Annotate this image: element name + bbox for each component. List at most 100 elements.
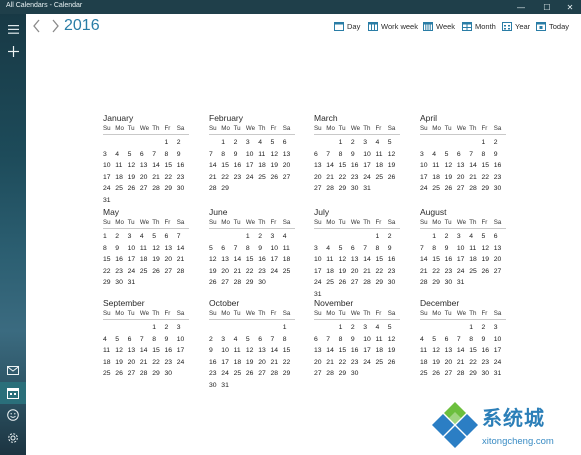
day-cell[interactable]: 3 bbox=[420, 149, 432, 161]
day-cell[interactable]: 18 bbox=[103, 357, 115, 369]
day-cell[interactable]: 21 bbox=[140, 357, 152, 369]
day-cell[interactable]: 22 bbox=[481, 172, 493, 184]
day-cell[interactable]: 11 bbox=[326, 254, 338, 266]
day-cell[interactable]: 20 bbox=[457, 172, 469, 184]
day-cell[interactable]: 11 bbox=[375, 149, 387, 161]
day-cell[interactable]: 14 bbox=[152, 160, 164, 172]
day-cell[interactable]: 12 bbox=[388, 334, 400, 346]
day-cell[interactable]: 11 bbox=[140, 243, 152, 255]
day-cell[interactable]: 17 bbox=[128, 254, 140, 266]
day-cell[interactable]: 6 bbox=[221, 243, 233, 255]
day-cell[interactable]: 9 bbox=[115, 243, 127, 255]
day-cell[interactable]: 22 bbox=[469, 357, 481, 369]
view-week-button[interactable]: Week bbox=[423, 19, 455, 33]
day-cell[interactable]: 2 bbox=[494, 137, 506, 149]
day-cell[interactable]: 30 bbox=[177, 183, 189, 195]
day-cell[interactable]: 26 bbox=[209, 277, 221, 289]
day-cell[interactable]: 26 bbox=[445, 183, 457, 195]
day-cell[interactable]: 3 bbox=[363, 137, 375, 149]
day-cell[interactable]: 25 bbox=[469, 266, 481, 278]
day-cell[interactable]: 2 bbox=[258, 231, 270, 243]
day-cell[interactable]: 1 bbox=[339, 322, 351, 334]
day-cell[interactable]: 2 bbox=[164, 322, 176, 334]
day-cell[interactable]: 14 bbox=[270, 345, 282, 357]
day-cell[interactable]: 5 bbox=[246, 334, 258, 346]
day-cell[interactable]: 18 bbox=[115, 172, 127, 184]
day-cell[interactable]: 12 bbox=[115, 345, 127, 357]
day-cell[interactable]: 31 bbox=[103, 195, 115, 207]
day-cell[interactable]: 24 bbox=[314, 277, 326, 289]
day-cell[interactable]: 23 bbox=[209, 368, 221, 380]
day-cell[interactable]: 15 bbox=[339, 345, 351, 357]
day-cell[interactable]: 4 bbox=[375, 137, 387, 149]
day-cell[interactable]: 25 bbox=[326, 277, 338, 289]
day-cell[interactable]: 25 bbox=[103, 368, 115, 380]
day-cell[interactable]: 7 bbox=[209, 149, 221, 161]
day-cell[interactable]: 5 bbox=[445, 149, 457, 161]
day-cell[interactable]: 25 bbox=[258, 172, 270, 184]
day-cell[interactable]: 3 bbox=[246, 137, 258, 149]
day-cell[interactable]: 16 bbox=[177, 160, 189, 172]
day-cell[interactable]: 29 bbox=[152, 368, 164, 380]
day-cell[interactable]: 12 bbox=[128, 160, 140, 172]
day-cell[interactable]: 30 bbox=[351, 368, 363, 380]
day-cell[interactable]: 4 bbox=[140, 231, 152, 243]
day-cell[interactable]: 3 bbox=[363, 322, 375, 334]
day-cell[interactable]: 18 bbox=[326, 266, 338, 278]
day-cell[interactable]: 30 bbox=[164, 368, 176, 380]
day-cell[interactable]: 1 bbox=[103, 231, 115, 243]
day-cell[interactable]: 16 bbox=[351, 345, 363, 357]
day-cell[interactable]: 17 bbox=[314, 266, 326, 278]
day-cell[interactable]: 21 bbox=[209, 172, 221, 184]
day-cell[interactable]: 28 bbox=[140, 368, 152, 380]
day-cell[interactable]: 27 bbox=[258, 368, 270, 380]
day-cell[interactable]: 31 bbox=[457, 277, 469, 289]
day-cell[interactable]: 5 bbox=[152, 231, 164, 243]
day-cell[interactable]: 3 bbox=[221, 334, 233, 346]
day-cell[interactable]: 25 bbox=[375, 357, 387, 369]
day-cell[interactable]: 3 bbox=[128, 231, 140, 243]
day-cell[interactable]: 4 bbox=[258, 137, 270, 149]
day-cell[interactable]: 4 bbox=[234, 334, 246, 346]
day-cell[interactable]: 8 bbox=[164, 149, 176, 161]
day-cell[interactable]: 12 bbox=[270, 149, 282, 161]
day-cell[interactable]: 23 bbox=[115, 266, 127, 278]
day-cell[interactable]: 31 bbox=[363, 183, 375, 195]
day-cell[interactable]: 16 bbox=[209, 357, 221, 369]
day-cell[interactable]: 30 bbox=[445, 277, 457, 289]
day-cell[interactable]: 22 bbox=[152, 357, 164, 369]
day-cell[interactable]: 24 bbox=[363, 172, 375, 184]
day-cell[interactable]: 20 bbox=[494, 254, 506, 266]
day-cell[interactable]: 16 bbox=[445, 254, 457, 266]
day-cell[interactable]: 4 bbox=[283, 231, 295, 243]
month-name[interactable]: October bbox=[209, 297, 295, 309]
month-april[interactable]: April Su Mo Tu We Th Fr Sa 1 2 3 4 5 6 7 8 9 10 11 12 13 14 15… bbox=[420, 112, 506, 195]
day-cell[interactable]: 29 bbox=[469, 368, 481, 380]
day-cell[interactable]: 10 bbox=[270, 243, 282, 255]
day-cell[interactable]: 1 bbox=[283, 322, 295, 334]
next-year-button[interactable] bbox=[48, 16, 62, 36]
day-cell[interactable]: 17 bbox=[457, 254, 469, 266]
day-cell[interactable]: 27 bbox=[221, 277, 233, 289]
day-cell[interactable]: 19 bbox=[115, 357, 127, 369]
day-cell[interactable]: 5 bbox=[481, 231, 493, 243]
day-cell[interactable]: 1 bbox=[469, 322, 481, 334]
day-cell[interactable]: 2 bbox=[481, 322, 493, 334]
day-cell[interactable]: 9 bbox=[494, 149, 506, 161]
day-cell[interactable]: 24 bbox=[363, 357, 375, 369]
day-cell[interactable]: 4 bbox=[420, 334, 432, 346]
day-cell[interactable]: 11 bbox=[103, 345, 115, 357]
day-cell[interactable]: 22 bbox=[221, 172, 233, 184]
day-cell[interactable]: 15 bbox=[481, 160, 493, 172]
day-cell[interactable]: 8 bbox=[375, 243, 387, 255]
day-cell[interactable]: 4 bbox=[326, 243, 338, 255]
day-cell[interactable]: 6 bbox=[314, 334, 326, 346]
month-march[interactable]: March Su Mo Tu We Th Fr Sa 1 2 3 4 5 6 7 8 9 10 11 12 13 14 15… bbox=[314, 112, 400, 195]
day-cell[interactable]: 28 bbox=[326, 368, 338, 380]
day-cell[interactable]: 7 bbox=[457, 334, 469, 346]
day-cell[interactable]: 22 bbox=[246, 266, 258, 278]
day-cell[interactable]: 15 bbox=[152, 345, 164, 357]
day-cell[interactable]: 13 bbox=[314, 345, 326, 357]
day-cell[interactable]: 29 bbox=[164, 183, 176, 195]
month-october[interactable]: October Su Mo Tu We Th Fr Sa 1 2 3 4 5 6 7 8 9 10 11 12 13 14… bbox=[209, 297, 295, 391]
